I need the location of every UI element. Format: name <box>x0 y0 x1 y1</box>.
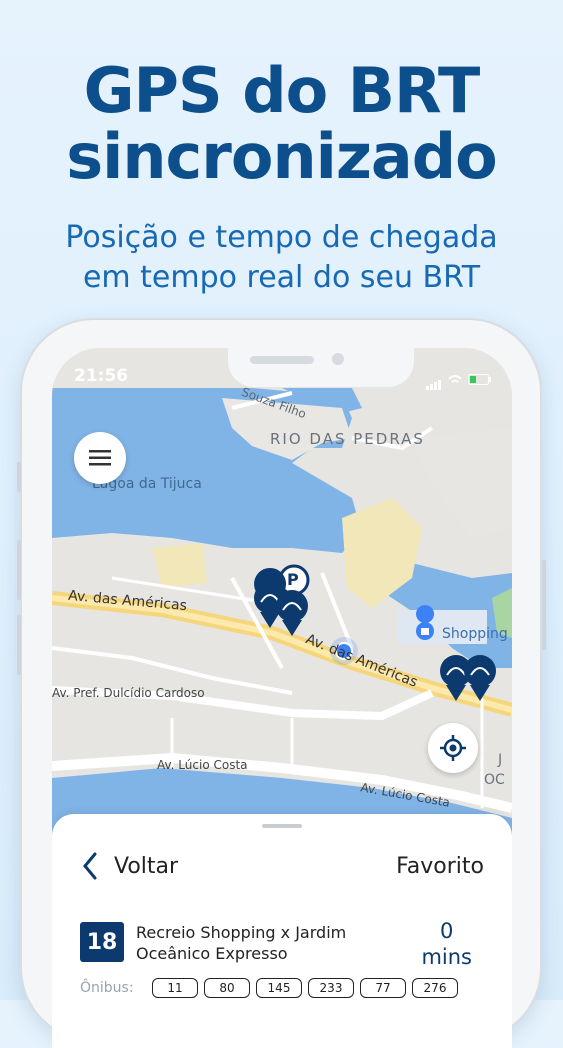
chevron-left-icon <box>83 852 97 880</box>
app-screen: 21:56 Souza Filho RIO DAS PEDRAS Lagoa d… <box>52 348 512 1048</box>
locate-me-button[interactable] <box>428 723 478 773</box>
battery-icon <box>468 370 492 389</box>
subheadline-line-1: Posição e tempo de chegada <box>65 220 498 255</box>
route-number-badge: 18 <box>80 922 124 962</box>
status-time: 21:56 <box>74 366 129 386</box>
bus-chip[interactable]: 233 <box>308 978 354 998</box>
map-label-edge-j: J <box>498 752 503 768</box>
headline: GPS do BRT sincronizado <box>0 58 563 190</box>
back-label: Voltar <box>114 853 179 879</box>
parking-glyph: P <box>287 570 299 589</box>
signal-icon <box>426 375 442 390</box>
bus-chips: 11 80 145 233 77 276 <box>152 978 458 998</box>
route-name-line-2: Oceânico Expresso <box>136 944 288 963</box>
hamburger-icon <box>89 450 111 466</box>
sheet-drag-handle[interactable] <box>262 824 302 828</box>
phone-side-button <box>17 615 21 675</box>
headline-line-1: GPS do BRT <box>83 54 481 127</box>
eta: 0 mins <box>421 918 472 970</box>
map-label-dulcidio: Av. Pref. Dulcídio Cardoso <box>52 686 205 700</box>
phone-side-button <box>542 560 546 650</box>
crosshair-icon <box>440 735 466 761</box>
eta-unit: mins <box>421 945 472 969</box>
buses-label: Ônibus: <box>80 980 134 996</box>
bus-chip[interactable]: 11 <box>152 978 198 998</box>
menu-button[interactable] <box>74 432 126 484</box>
route-name: Recreio Shopping x Jardim Oceânico Expre… <box>136 922 386 964</box>
map-label-shopping: Shopping <box>442 626 508 642</box>
phone-side-button <box>17 462 21 492</box>
favorite-button[interactable]: Favorito <box>396 854 484 879</box>
subheadline-line-2: em tempo real do seu BRT <box>82 260 481 295</box>
phone-camera <box>332 353 344 365</box>
eta-value: 0 <box>440 919 454 943</box>
map-label-edge-oc: OC <box>484 772 505 788</box>
bottom-sheet: Voltar Favorito 18 Recreio Shopping x Ja… <box>52 814 512 1048</box>
bus-chip[interactable]: 145 <box>256 978 302 998</box>
headline-line-2: sincronizado <box>66 120 498 193</box>
map-label-rio-das-pedras: RIO DAS PEDRAS <box>270 430 425 448</box>
bus-chip[interactable]: 276 <box>412 978 458 998</box>
wifi-icon <box>448 370 462 389</box>
bus-chip[interactable]: 77 <box>360 978 406 998</box>
bus-chip[interactable]: 80 <box>204 978 250 998</box>
map-label-lucio-costa-1: Av. Lúcio Costa <box>157 758 248 772</box>
back-button[interactable]: Voltar <box>82 852 178 880</box>
status-icons <box>426 370 492 390</box>
phone-speaker <box>250 356 314 364</box>
subheadline: Posição e tempo de chegada em tempo real… <box>0 218 563 298</box>
route-name-line-1: Recreio Shopping x Jardim <box>136 923 347 942</box>
phone-side-button <box>17 540 21 600</box>
